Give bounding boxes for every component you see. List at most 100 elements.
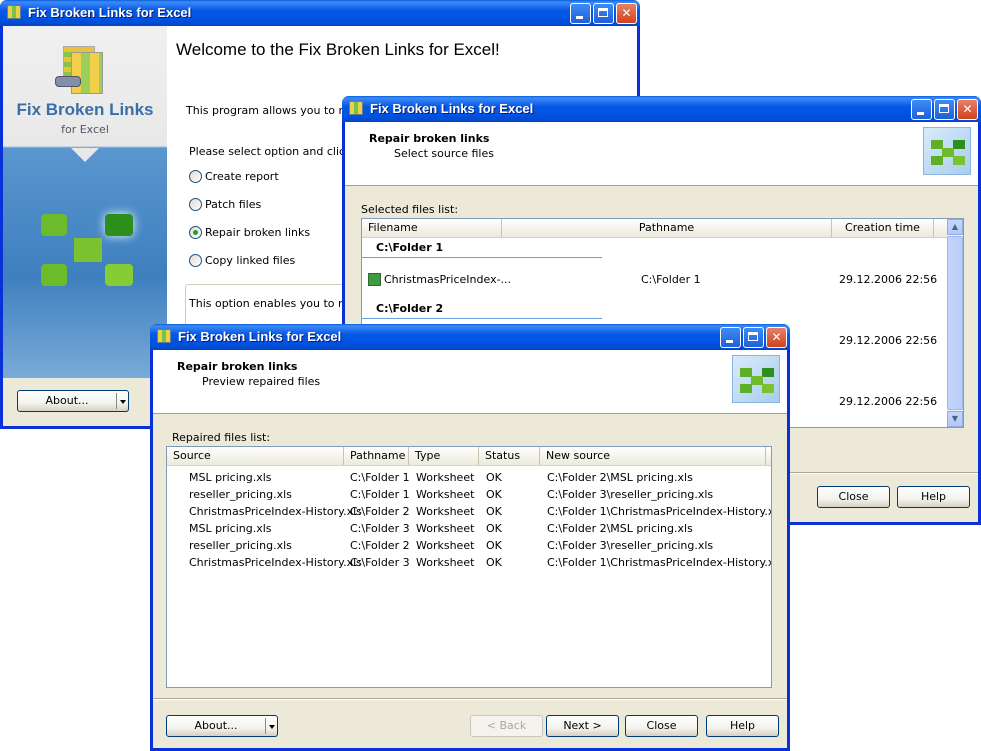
source-cell: reseller_pricing.xls — [189, 539, 292, 552]
status-cell: OK — [486, 488, 502, 501]
list-label: Selected files list: — [361, 203, 459, 216]
app-icon — [157, 329, 171, 343]
column-header-creation-time[interactable]: Creation time — [832, 219, 934, 237]
pathname-cell: C:\Folder 1 — [350, 488, 410, 501]
radio-label-create-report[interactable]: Create report — [205, 170, 279, 183]
about-button[interactable]: About... — [17, 390, 129, 412]
back-button[interactable]: < Back — [470, 715, 543, 737]
type-cell: Worksheet — [416, 522, 475, 535]
type-cell: Worksheet — [416, 556, 475, 569]
new-source-cell: C:\Folder 3\reseller_pricing.xls — [547, 539, 714, 552]
pathname-cell: C:\Folder 1 — [350, 471, 410, 484]
minimize-button[interactable] — [570, 3, 591, 24]
column-header-new-source[interactable]: New source — [540, 447, 766, 465]
scroll-thumb[interactable] — [947, 236, 963, 410]
pathname-cell: C:\Folder 3 — [350, 522, 410, 535]
about-button[interactable]: About... — [166, 715, 278, 737]
radio-repair-broken-links[interactable] — [189, 226, 202, 239]
repaired-file-row[interactable]: MSL pricing.xls C:\Folder 1 Worksheet OK C:\… — [167, 469, 771, 486]
new-source-cell: C:\Folder 2\MSL pricing.xls — [547, 522, 693, 535]
source-cell: reseller_pricing.xls — [189, 488, 292, 501]
brand-subtitle: for Excel — [61, 123, 109, 136]
close-window-button[interactable]: ✕ — [616, 3, 637, 24]
excel-file-icon — [368, 273, 381, 286]
radio-label-patch-files[interactable]: Patch files — [205, 198, 261, 211]
source-cell: MSL pricing.xls — [189, 471, 272, 484]
close-window-button[interactable]: ✕ — [766, 327, 787, 348]
column-header-pathname[interactable]: Pathname — [344, 447, 409, 465]
repaired-file-row[interactable]: ChristmasPriceIndex-History.xls C:\Folder… — [167, 503, 771, 520]
column-header-status[interactable]: Status — [479, 447, 540, 465]
radio-label-repair-broken-links[interactable]: Repair broken links — [205, 226, 310, 239]
repaired-file-row[interactable]: MSL pricing.xls C:\Folder 3 Worksheet OK C:\… — [167, 520, 771, 537]
type-cell: Worksheet — [416, 488, 475, 501]
status-cell: OK — [486, 505, 502, 518]
source-cell: ChristmasPriceIndex-History.xls — [189, 556, 362, 569]
type-cell: Worksheet — [416, 539, 475, 552]
scroll-up-button[interactable]: ▲ — [947, 219, 963, 235]
minimize-button[interactable] — [720, 327, 741, 348]
repaired-file-row[interactable]: reseller_pricing.xls C:\Folder 1 Worksheet… — [167, 486, 771, 503]
header-logo-icon — [923, 127, 971, 175]
window-title: Fix Broken Links for Excel — [370, 101, 534, 116]
header-title: Repair broken links — [369, 132, 490, 145]
header-title: Repair broken links — [177, 360, 298, 373]
new-source-cell: C:\Folder 1\ChristmasPriceIndex-History.… — [547, 556, 772, 569]
maximize-button[interactable] — [593, 3, 614, 24]
repaired-files-list[interactable]: Source Pathname Type Status New source M… — [166, 446, 772, 688]
close-button[interactable]: Close — [625, 715, 698, 737]
radio-patch-files[interactable] — [189, 198, 202, 211]
preview-repaired-window: Fix Broken Links for Excel ✕ Repair brok… — [150, 324, 790, 751]
repaired-file-row[interactable]: reseller_pricing.xls C:\Folder 2 Worksheet… — [167, 537, 771, 554]
group-header: C:\Folder 1 — [362, 239, 602, 258]
radio-label-copy-linked-files[interactable]: Copy linked files — [205, 254, 295, 267]
repaired-file-row[interactable]: ChristmasPriceIndex-History.xls C:\Folder… — [167, 554, 771, 571]
about-dropdown-icon[interactable] — [265, 718, 277, 734]
welcome-heading: Welcome to the Fix Broken Links for Exce… — [176, 40, 500, 59]
maximize-button[interactable] — [934, 99, 955, 120]
header-logo-icon — [732, 355, 780, 403]
close-window-button[interactable]: ✕ — [957, 99, 978, 120]
radio-create-report[interactable] — [189, 170, 202, 183]
help-button[interactable]: Help — [706, 715, 779, 737]
radio-copy-linked-files[interactable] — [189, 254, 202, 267]
next-button[interactable]: Next > — [546, 715, 619, 737]
source-cell: ChristmasPriceIndex-History.xls — [189, 505, 362, 518]
scroll-down-button[interactable]: ▼ — [947, 411, 963, 427]
status-cell: OK — [486, 556, 502, 569]
header-subtitle: Select source files — [394, 147, 494, 160]
app-logo-icon — [41, 214, 133, 286]
brand-name: Fix Broken Links — [16, 100, 154, 119]
source-cell: MSL pricing.xls — [189, 522, 272, 535]
pathname-cell: C:\Folder 3 — [350, 556, 410, 569]
about-dropdown-icon[interactable] — [116, 393, 128, 409]
status-cell: OK — [486, 522, 502, 535]
help-button[interactable]: Help — [897, 486, 970, 508]
app-icon — [349, 101, 363, 115]
type-cell: Worksheet — [416, 505, 475, 518]
wizard-header: Repair broken links Select source files — [345, 122, 978, 186]
app-icon — [7, 5, 21, 19]
select-titlebar[interactable]: Fix Broken Links for Excel ✕ — [342, 96, 981, 122]
window-title: Fix Broken Links for Excel — [178, 329, 342, 344]
side-banner: Fix Broken Links for Excel — [3, 26, 167, 378]
list-label: Repaired files list: — [172, 431, 271, 444]
maximize-button[interactable] — [743, 327, 764, 348]
group-header: C:\Folder 2 — [362, 300, 602, 319]
column-header-pathname[interactable]: Pathname — [502, 219, 832, 237]
header-subtitle: Preview repaired files — [202, 375, 321, 388]
preview-titlebar[interactable]: Fix Broken Links for Excel ✕ — [150, 324, 790, 350]
new-source-cell: C:\Folder 2\MSL pricing.xls — [547, 471, 693, 484]
column-header-filename[interactable]: Filename — [362, 219, 502, 237]
close-button[interactable]: Close — [817, 486, 890, 508]
welcome-titlebar[interactable]: Fix Broken Links for Excel ✕ — [0, 0, 640, 26]
column-header-source[interactable]: Source — [167, 447, 344, 465]
wizard-header: Repair broken links Preview repaired fil… — [153, 350, 787, 414]
minimize-button[interactable] — [911, 99, 932, 120]
type-cell: Worksheet — [416, 471, 475, 484]
new-source-cell: C:\Folder 1\ChristmasPriceIndex-History.… — [547, 505, 772, 518]
file-row[interactable]: ChristmasPriceIndex-... C:\Folder 1 29.1… — [362, 271, 963, 288]
column-header-type[interactable]: Type — [409, 447, 479, 465]
status-cell: OK — [486, 539, 502, 552]
vertical-scrollbar[interactable]: ▲ ▼ — [947, 219, 963, 427]
